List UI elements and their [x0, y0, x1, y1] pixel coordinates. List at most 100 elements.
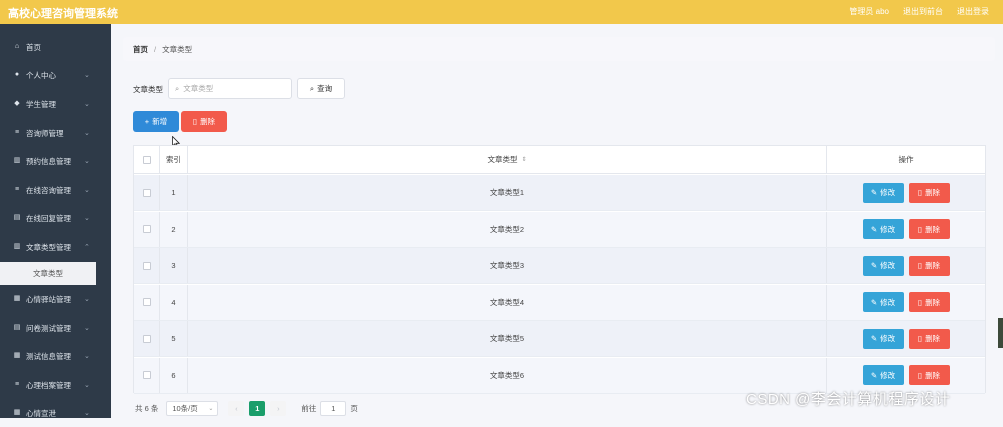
sidebar-subitem-article-type[interactable]: 文章类型: [0, 262, 96, 285]
trash-icon: ▯: [917, 370, 923, 380]
table-row: 1 文章类型1 ✎ 修改 ▯ 删除: [134, 175, 985, 211]
page-number-button[interactable]: 1: [249, 400, 266, 416]
trash-icon: ▯: [192, 117, 198, 126]
search-placeholder: 文章类型: [183, 84, 214, 93]
sidebar-item-online-consult[interactable]: ≡ 在线咨询管理 ⌄: [0, 176, 111, 204]
header-ops: 操作: [898, 155, 914, 164]
sidebar-item-online-reply[interactable]: ▤ 在线回复管理 ⌄: [0, 204, 111, 232]
edge-tab: [998, 318, 1003, 348]
row-type: 文章类型3: [188, 248, 827, 283]
breadcrumb-home[interactable]: 首页: [133, 44, 148, 55]
chevron-left-icon: ‹: [235, 403, 238, 413]
sidebar-item-students[interactable]: ◆ 学生管理 ⌄: [0, 90, 111, 118]
row-check-cell: [134, 211, 160, 247]
row-checkbox[interactable]: [142, 371, 151, 379]
row-type: 文章类型1: [188, 175, 827, 210]
sidebar-item-article-types[interactable]: ▥ 文章类型管理 ⌃: [0, 233, 111, 261]
row-checkbox[interactable]: [142, 334, 151, 343]
chevron-down-icon: ⌄: [84, 101, 90, 108]
header-index: 索引: [160, 146, 188, 173]
trash-icon: ▯: [917, 261, 923, 270]
row-ops: ✎ 修改 ▯ 删除: [827, 248, 985, 283]
delete-button[interactable]: ▯ 删除: [908, 219, 950, 239]
chevron-down-icon: ⌄: [84, 382, 90, 389]
delete-button[interactable]: ▯ 删除: [908, 365, 950, 385]
breadcrumb-separator: /: [154, 44, 157, 54]
sidebar-item-home[interactable]: ⌂ 首页: [0, 33, 111, 61]
top-header: 高校心理咨询管理系统 管理员 abo 退出到前台 退出登录: [0, 0, 1003, 24]
edit-button[interactable]: ✎ 修改: [862, 292, 904, 312]
edit-icon: ✎: [870, 297, 878, 307]
list-icon: ≡: [14, 186, 20, 193]
goto-page-input[interactable]: 1: [320, 400, 347, 416]
row-checkbox[interactable]: [142, 188, 151, 197]
list-icon: ≡: [14, 129, 20, 136]
edit-button[interactable]: ✎ 修改: [862, 219, 904, 239]
row-ops: ✎ 修改 ▯ 删除: [827, 175, 985, 210]
sidebar-item-mood-station[interactable]: ▦ 心情驿站管理 ⌄: [0, 285, 111, 313]
document-icon: ▤: [13, 214, 21, 221]
search-button[interactable]: ⌕ 查询: [297, 78, 345, 99]
watermark: CSDN @李会计算机程序设计: [746, 391, 951, 408]
add-button[interactable]: + 新增: [133, 111, 179, 132]
row-checkbox[interactable]: [142, 261, 151, 270]
page-suffix: 页: [350, 403, 358, 413]
select-all-checkbox[interactable]: [142, 155, 151, 164]
row-ops: ✎ 修改 ▯ 删除: [827, 212, 985, 247]
header-type[interactable]: 文章类型 ⇕: [188, 146, 827, 173]
row-check-cell: [134, 248, 160, 283]
table-header: 索引 文章类型 ⇕ 操作: [134, 146, 985, 174]
edit-button[interactable]: ✎ 修改: [862, 182, 904, 203]
prev-page-button[interactable]: ‹: [228, 400, 245, 416]
row-index: 2: [160, 211, 188, 247]
delete-button[interactable]: ▯ 删除: [908, 182, 950, 203]
edit-button[interactable]: ✎ 修改: [862, 365, 904, 385]
chevron-right-icon: ›: [277, 403, 280, 413]
row-type: 文章类型5: [188, 321, 827, 356]
sort-icon[interactable]: ⇕: [521, 156, 526, 163]
grid-icon: ▦: [13, 295, 21, 302]
row-check-cell: [134, 321, 160, 356]
row-check-cell: [134, 357, 160, 393]
chevron-down-icon: ⌄: [84, 410, 90, 417]
row-checkbox[interactable]: [142, 225, 151, 233]
search-input[interactable]: ⌕ 文章类型: [168, 78, 292, 99]
main-content: 首页 / 文章类型 文章类型 ⌕ 文章类型 ⌕ 查询 + 新增 ▯ 删除 索引 …: [111, 24, 1003, 418]
grid-icon: ▦: [13, 409, 21, 416]
chevron-up-icon: ⌃: [84, 244, 90, 251]
sidebar-item-questionnaire[interactable]: ▤ 问卷测试管理 ⌄: [0, 314, 111, 342]
delete-button[interactable]: ▯ 删除: [908, 292, 950, 312]
table-row: 5 文章类型5 ✎ 修改 ▯ 删除: [134, 321, 985, 357]
row-checkbox[interactable]: [142, 298, 151, 306]
goto-label: 前往: [301, 403, 317, 413]
sidebar-item-test-info[interactable]: ▦ 测试信息管理 ⌄: [0, 342, 111, 370]
sidebar: ⌂ 首页 ● 个人中心 ⌄ ◆ 学生管理 ⌄ ≡ 咨询师管理 ⌄ ▥ 预约信息管…: [0, 24, 111, 418]
table-row: 3 文章类型3 ✎ 修改 ▯ 删除: [134, 248, 985, 284]
sidebar-item-psych-records[interactable]: ≡ 心理档案管理 ⌄: [0, 371, 111, 399]
chart-icon: ▥: [13, 243, 21, 250]
edit-button[interactable]: ✎ 修改: [862, 328, 904, 349]
chevron-down-icon: ⌄: [84, 158, 90, 165]
sidebar-item-appointments[interactable]: ▥ 预约信息管理 ⌄: [0, 147, 111, 175]
row-ops: ✎ 修改 ▯ 删除: [827, 321, 985, 356]
exit-to-front-link[interactable]: 退出到前台: [903, 6, 943, 17]
trash-icon: ▯: [917, 334, 923, 343]
user-icon: ●: [14, 71, 20, 78]
edit-icon: ✎: [870, 261, 878, 270]
sidebar-item-profile[interactable]: ● 个人中心 ⌄: [0, 61, 111, 89]
pagination: 共 6 条 10条/页 ⌄ ‹ 1 › 前往 1 页: [135, 400, 358, 416]
delete-button[interactable]: ▯ 删除: [908, 328, 950, 349]
delete-button[interactable]: ▯ 删除: [908, 255, 950, 276]
row-index: 5: [160, 321, 188, 356]
logout-link[interactable]: 退出登录: [957, 6, 989, 17]
row-type: 文章类型4: [188, 284, 827, 320]
row-index: 1: [160, 175, 188, 210]
row-index: 4: [160, 284, 188, 320]
sidebar-item-counselors[interactable]: ≡ 咨询师管理 ⌄: [0, 119, 111, 147]
sidebar-item-mood-vent[interactable]: ▦ 心情宣泄 ⌄: [0, 399, 111, 427]
bulk-delete-button[interactable]: ▯ 删除: [181, 111, 227, 132]
next-page-button[interactable]: ›: [270, 400, 287, 416]
edit-button[interactable]: ✎ 修改: [862, 255, 904, 276]
chevron-down-icon: ⌄: [84, 187, 90, 194]
page-size-select[interactable]: 10条/页 ⌄: [166, 400, 219, 416]
